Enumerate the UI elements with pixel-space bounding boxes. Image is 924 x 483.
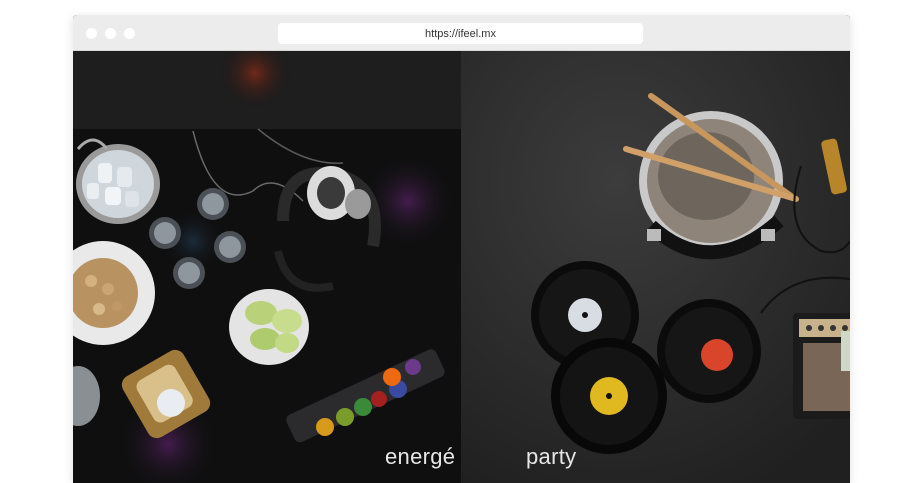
panel-energe[interactable]: energé: [73, 51, 461, 483]
page-viewport: energé party: [73, 51, 850, 483]
energe-photo: [73, 51, 461, 483]
panel-party[interactable]: party: [461, 51, 850, 483]
browser-window: https://ifeel.mx energé party: [73, 15, 850, 483]
panel-caption-energe: energé: [385, 444, 456, 469]
minimize-window-icon[interactable]: [105, 28, 116, 39]
close-window-icon[interactable]: [86, 28, 97, 39]
address-bar[interactable]: https://ifeel.mx: [278, 23, 643, 44]
maximize-window-icon[interactable]: [124, 28, 135, 39]
lime-bowl: [229, 289, 309, 365]
snare-drum: [639, 111, 784, 260]
panel-caption-party: party: [526, 444, 577, 469]
browser-titlebar: https://ifeel.mx: [73, 15, 850, 51]
party-photo: [461, 51, 850, 483]
